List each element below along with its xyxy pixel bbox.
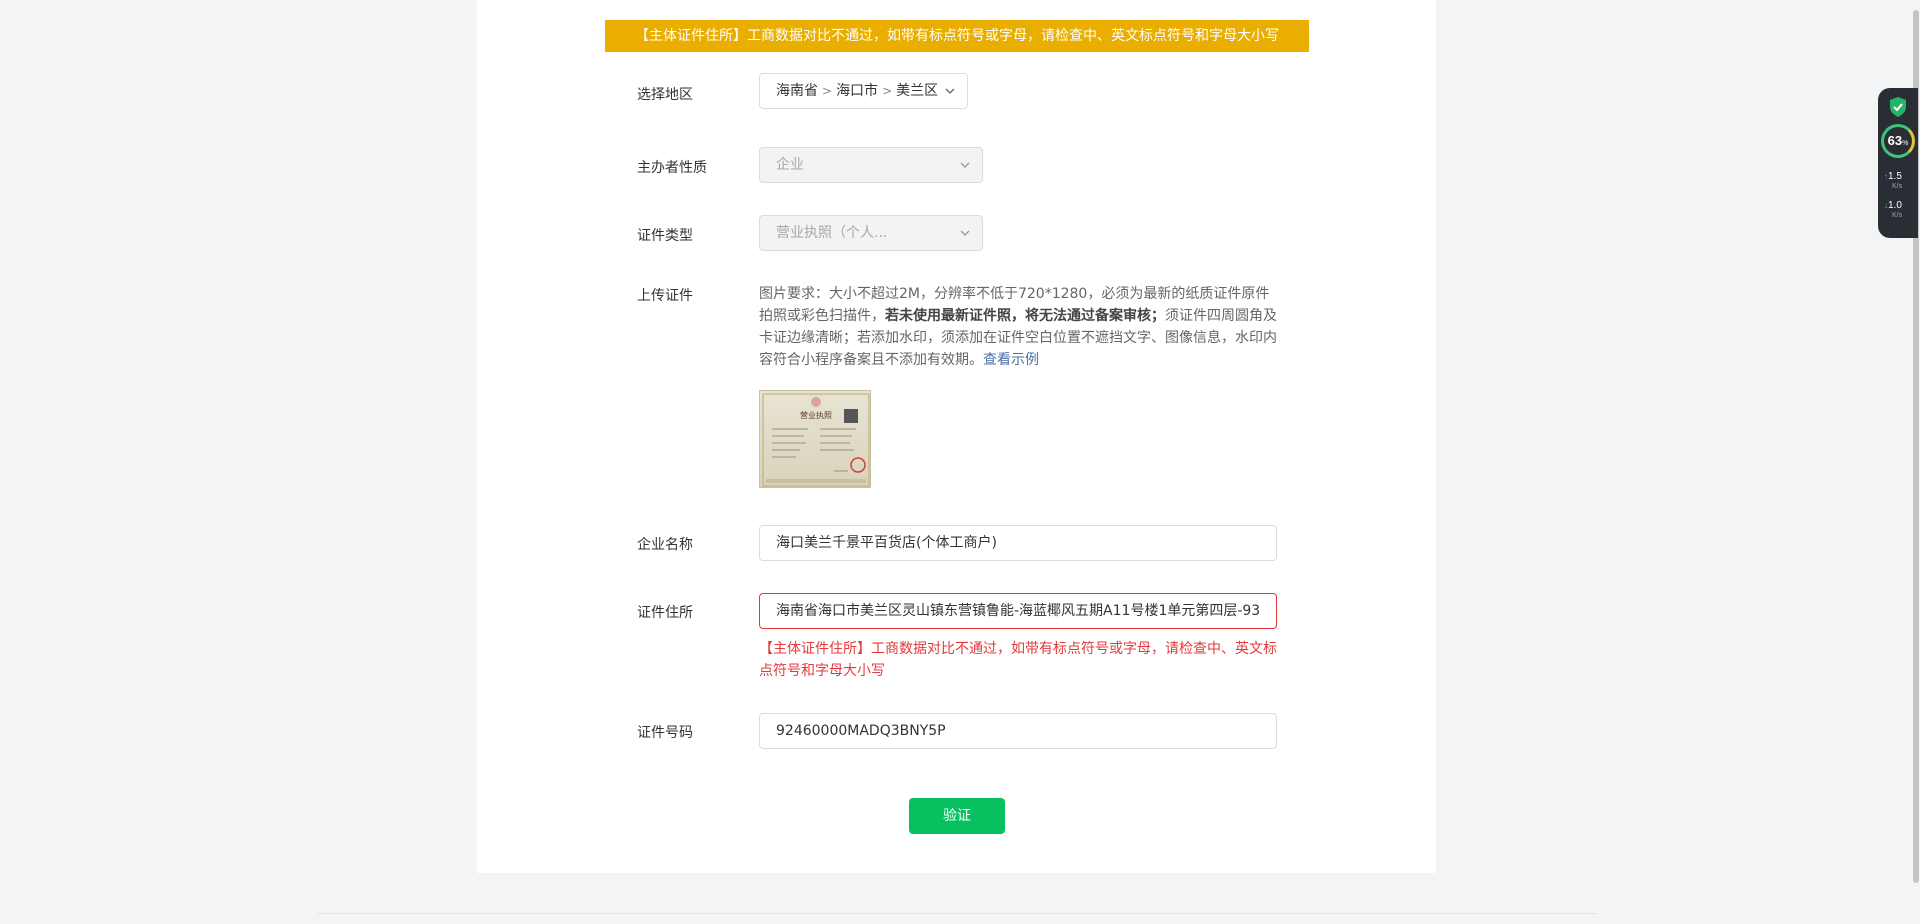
- company-name-input[interactable]: 海口美兰千景平百货店(个体工商户): [759, 525, 1277, 561]
- organizer-nature-select[interactable]: 企业: [759, 147, 983, 183]
- cert-number-input[interactable]: 92460000MADQ3BNY5P: [759, 713, 1277, 749]
- shield-check-icon: [1890, 97, 1906, 117]
- cert-number-label: 证件号码: [637, 725, 693, 741]
- region-district: 美兰区: [896, 83, 939, 99]
- footer-divider: [318, 913, 1598, 914]
- chevron-down-icon: [960, 162, 970, 168]
- region-sep-icon: >: [822, 84, 833, 98]
- chevron-down-icon: [960, 230, 970, 236]
- cpu-usage-gauge: 63%: [1881, 124, 1915, 158]
- cert-type-value: 营业执照（个人...: [776, 225, 888, 241]
- view-example-link[interactable]: 查看示例: [983, 352, 1039, 368]
- verify-button[interactable]: 验证: [909, 798, 1005, 834]
- region-sep-icon: >: [882, 84, 893, 98]
- license-thumbnail[interactable]: 营业执照: [759, 390, 871, 488]
- upload-speed-value: 1.5: [1888, 171, 1902, 182]
- organizer-nature-label: 主办者性质: [637, 160, 707, 176]
- license-image: 营业执照: [762, 393, 870, 487]
- usage-percent-unit: %: [1902, 140, 1909, 147]
- address-error-message: 【主体证件住所】工商数据对比不通过，如带有标点符号或字母，请检查中、英文标点符号…: [759, 641, 1277, 679]
- company-name-label: 企业名称: [637, 537, 693, 553]
- region-label: 选择地区: [637, 87, 693, 103]
- error-banner: 【主体证件住所】工商数据对比不通过，如带有标点符号或字母，请检查中、英文标点符号…: [605, 20, 1309, 52]
- cert-type-select[interactable]: 营业执照（个人...: [759, 215, 983, 251]
- upload-speed-unit: K/s: [1892, 183, 1903, 190]
- download-speed-value: 1.0: [1888, 200, 1902, 211]
- download-speed: ↓1.0 K/s: [1884, 201, 1902, 221]
- usage-percent: 63: [1887, 133, 1903, 148]
- upload-speed: ↑1.5 K/s: [1884, 172, 1902, 192]
- chevron-down-icon: [945, 88, 955, 94]
- cert-type-label: 证件类型: [637, 228, 693, 244]
- address-label: 证件住所: [637, 605, 693, 621]
- upload-requirements: 图片要求：大小不超过2M，分辨率不低于720*1280，必须为最新的纸质证件原件…: [759, 283, 1279, 371]
- region-city: 海口市: [836, 83, 879, 99]
- system-monitor-widget[interactable]: 63% ↑1.5 K/s ↓1.0 K/s: [1878, 88, 1918, 238]
- region-select[interactable]: 海南省 > 海口市 > 美兰区: [759, 73, 968, 109]
- download-speed-unit: K/s: [1892, 212, 1903, 219]
- region-province: 海南省: [776, 83, 818, 99]
- upload-label: 上传证件: [637, 288, 693, 304]
- license-title: 营业执照: [800, 410, 832, 420]
- address-input[interactable]: 海南省海口市美兰区灵山镇东营镇鲁能-海蓝椰风五期A11号楼1单元第四层-93: [759, 593, 1277, 629]
- upload-desc-bold: 若未使用最新证件照，将无法通过备案审核；: [885, 308, 1165, 324]
- organizer-nature-value: 企业: [776, 157, 804, 173]
